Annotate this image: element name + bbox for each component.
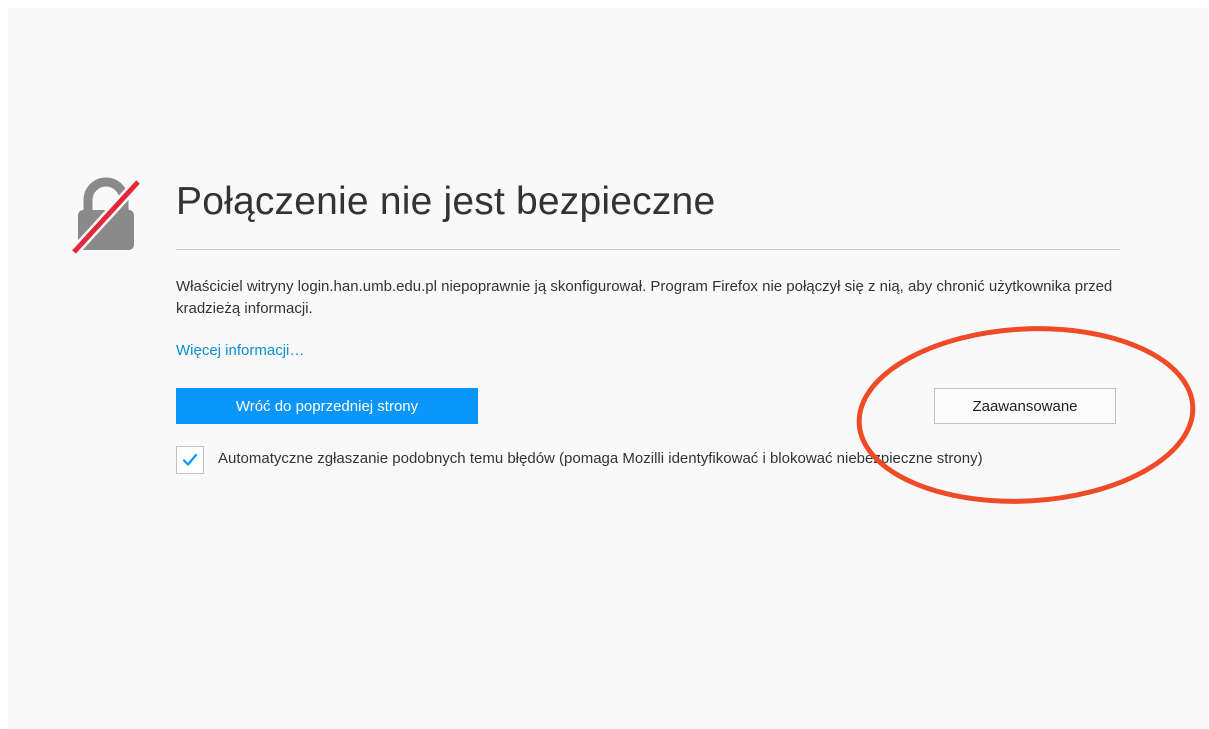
title-divider	[176, 249, 1120, 250]
broken-lock-icon	[70, 177, 142, 256]
go-back-button[interactable]: Wróć do poprzedniej strony	[176, 388, 478, 424]
more-info-link[interactable]: Więcej informacji…	[176, 342, 304, 359]
error-page: Połączenie nie jest bezpieczne Właścicie…	[8, 8, 1208, 729]
advanced-button[interactable]: Zaawansowane	[934, 388, 1116, 424]
error-description: Właściciel witryny login.han.umb.edu.pl …	[176, 278, 1113, 317]
checkmark-icon	[182, 453, 198, 466]
report-errors-checkbox[interactable]	[176, 446, 204, 474]
report-errors-label: Automatyczne zgłaszanie podobnych temu b…	[218, 450, 983, 467]
page-title: Połączenie nie jest bezpieczne	[176, 180, 716, 223]
